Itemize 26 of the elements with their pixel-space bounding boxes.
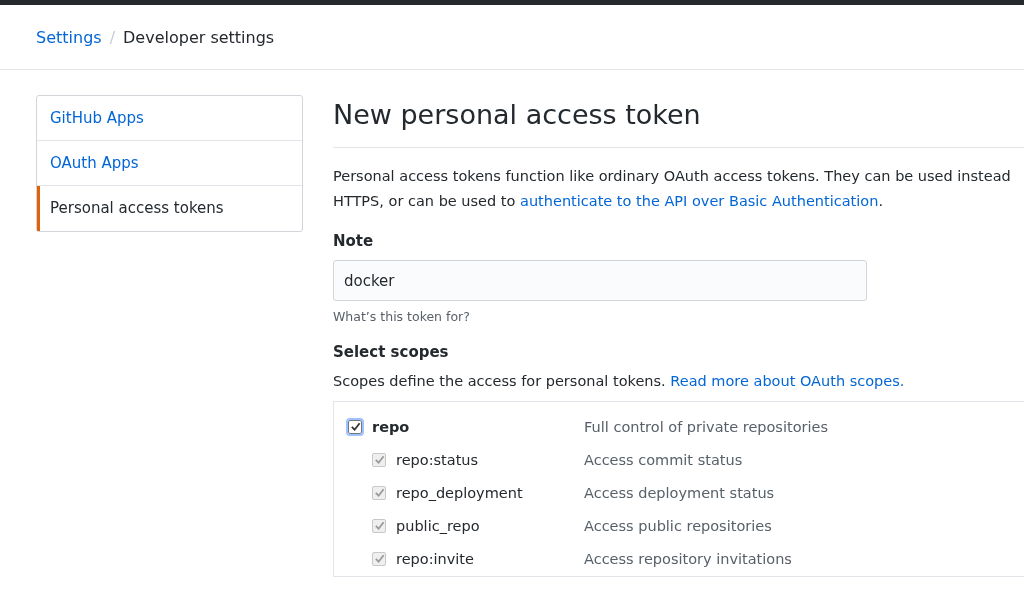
intro-text: Personal access tokens function like ordinary OAuth access tokens. They can be used instead HTTPS, or can be used to authenticate to the API over Basic Authentication. — [333, 167, 1012, 211]
scopes-heading: Select scopes — [333, 343, 449, 361]
scope-name: repo — [372, 418, 411, 435]
api-auth-link[interactable]: authenticate to the API over Basic Authentication — [520, 193, 879, 209]
scope-description: Access deployment status — [584, 484, 775, 501]
scope-description: Access public repositories — [584, 517, 772, 534]
note-input[interactable]: docker — [333, 260, 867, 301]
scope-name: repo:invite — [396, 550, 475, 567]
scopes-text: Scopes define the access for personal tokens. Read more about OAuth scopes. — [333, 373, 906, 389]
note-label: Note — [333, 232, 374, 250]
scope-description: Full control of private repositories — [584, 418, 828, 435]
sidebar-item[interactable]: OAuth Apps — [37, 141, 302, 186]
breadcrumb-separator: / — [109, 27, 115, 47]
scope-name: repo_deployment — [396, 484, 524, 501]
scope-name: public_repo — [396, 517, 481, 534]
breadcrumb-current: Developer settings — [123, 27, 275, 47]
note-hint: What’s this token for? — [333, 309, 470, 324]
scope-description: Access commit status — [584, 451, 743, 468]
oauth-scopes-link[interactable]: Read more about OAuth scopes. — [670, 373, 905, 389]
breadcrumb-link[interactable]: Settings — [36, 27, 102, 47]
scope-description: Access repository invitations — [584, 550, 792, 567]
sidebar-item[interactable]: Personal access tokens — [37, 186, 302, 231]
page-title: New personal access token — [333, 95, 1024, 148]
checkbox[interactable] — [348, 419, 362, 434]
scope-name: repo:status — [396, 451, 480, 468]
sidebar-item[interactable]: GitHub Apps — [37, 96, 302, 141]
